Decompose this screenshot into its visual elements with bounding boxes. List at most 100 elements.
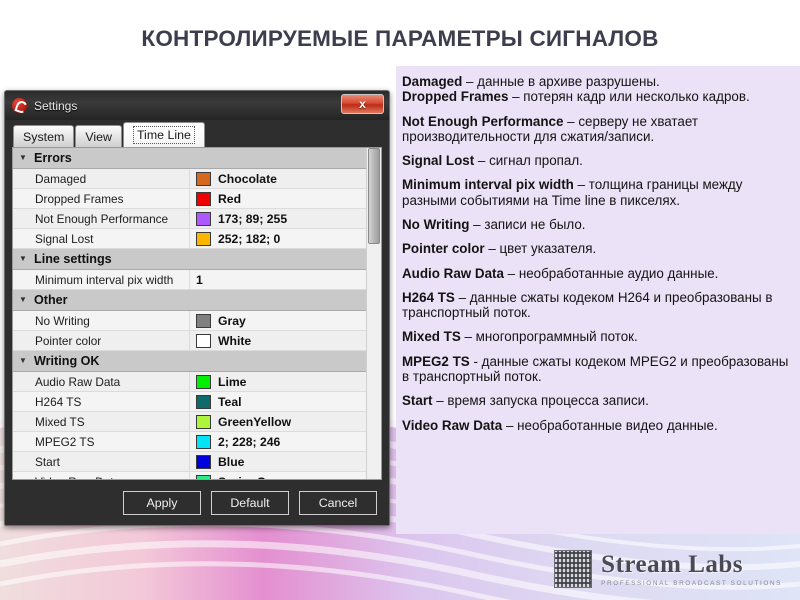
group-header-line-settings[interactable]: ▼ Line settings	[13, 249, 366, 270]
description-text: необработанные аудио данные.	[518, 265, 719, 281]
cancel-button[interactable]: Cancel	[299, 491, 377, 515]
property-value-cell[interactable]: Lime	[189, 372, 366, 391]
property-label: H264 TS	[35, 394, 82, 409]
property-value-cell[interactable]: Chocolate	[189, 169, 366, 188]
property-value: Lime	[218, 374, 247, 389]
chevron-down-icon[interactable]: ▼	[19, 296, 31, 304]
tab-view[interactable]: View	[75, 125, 122, 147]
page-title: КОНТРОЛИРУЕМЫЕ ПАРАМЕТРЫ СИГНАЛОВ	[141, 26, 659, 51]
property-value: Teal	[218, 394, 242, 409]
property-value-cell[interactable]: 1	[189, 270, 366, 289]
property-row-damaged[interactable]: Damaged Chocolate	[13, 169, 366, 189]
color-swatch	[196, 313, 211, 328]
property-value-cell[interactable]: 252; 182; 0	[189, 229, 366, 248]
property-label: Pointer color	[35, 333, 102, 348]
description-text: потерян кадр или несколько кадров.	[523, 89, 750, 105]
property-row-audio-raw-data[interactable]: Audio Raw Data Lime	[13, 372, 366, 392]
property-value-cell[interactable]: Teal	[189, 392, 366, 411]
property-label: Mixed TS	[35, 414, 85, 429]
description-text: время запуска процесса записи.	[447, 393, 649, 409]
property-row-h264-ts[interactable]: H264 TS Teal	[13, 392, 366, 412]
color-swatch	[196, 434, 211, 449]
property-row-start[interactable]: Start Blue	[13, 452, 366, 472]
chevron-down-icon[interactable]: ▼	[19, 357, 31, 365]
description-term: Pointer color	[402, 241, 485, 257]
property-row-mixed-ts[interactable]: Mixed TS GreenYellow	[13, 412, 366, 432]
description-item: Mixed TS – многопрограммный поток.	[402, 329, 792, 344]
description-item: H264 TS – данные сжаты кодеком H264 и пр…	[402, 290, 792, 321]
description-item: Pointer color – цвет указателя.	[402, 241, 792, 256]
group-header-other[interactable]: ▼ Other	[13, 290, 366, 311]
close-button[interactable]: x	[341, 94, 384, 114]
settings-dialog: Settings x System View Time Line ▼ Error…	[4, 90, 390, 526]
tab-time-line[interactable]: Time Line	[122, 122, 205, 147]
tab-system-label: System	[23, 129, 65, 144]
property-value: Red	[218, 191, 242, 206]
property-row-pointer-color[interactable]: Pointer color White	[13, 331, 366, 351]
description-term: Dropped Frames	[402, 89, 509, 105]
property-row-mpeg2-ts[interactable]: MPEG2 TS 2; 228; 246	[13, 432, 366, 452]
apply-button[interactable]: Apply	[123, 491, 201, 515]
property-value-cell[interactable]: 173; 89; 255	[189, 209, 366, 228]
property-value: 2; 228; 246	[218, 434, 281, 449]
property-label: Signal Lost	[35, 231, 94, 246]
default-button[interactable]: Default	[211, 491, 289, 515]
description-dash: -	[469, 353, 482, 369]
property-row-not-enough-performance[interactable]: Not Enough Performance 173; 89; 255	[13, 209, 366, 229]
property-value: 252; 182; 0	[218, 231, 281, 246]
chevron-down-icon[interactable]: ▼	[19, 154, 31, 162]
property-row-video-raw-data[interactable]: Video Raw Data SpringGreen	[13, 472, 366, 479]
dialog-titlebar[interactable]: Settings x	[5, 91, 389, 120]
property-value-cell[interactable]: White	[189, 331, 366, 350]
description-dash: –	[474, 153, 490, 169]
property-label: Audio Raw Data	[35, 374, 121, 389]
description-item: Video Raw Data – необработанные видео да…	[402, 418, 792, 433]
description-term: MPEG2 TS	[402, 353, 470, 369]
color-swatch	[196, 454, 211, 469]
dialog-title: Settings	[34, 98, 78, 113]
property-value-cell[interactable]: 2; 228; 246	[189, 432, 366, 451]
property-grid: ▼ Errors Damaged Chocolate Dropped Frame…	[13, 148, 366, 479]
description-term: Audio Raw Data	[402, 265, 504, 281]
property-value-cell[interactable]: SpringGreen	[189, 472, 366, 479]
property-row-no-writing[interactable]: No Writing Gray	[13, 311, 366, 331]
property-value-cell[interactable]: Gray	[189, 311, 366, 330]
description-dash: –	[462, 74, 478, 89]
property-value-cell[interactable]: Red	[189, 189, 366, 208]
description-term: Not Enough Performance	[402, 113, 564, 129]
chevron-down-icon[interactable]: ▼	[19, 255, 31, 263]
property-value: Blue	[218, 454, 245, 469]
property-value: Chocolate	[218, 171, 277, 186]
property-grid-scrollbar[interactable]	[366, 148, 381, 479]
group-label: Writing OK	[34, 354, 100, 368]
description-term: Video Raw Data	[402, 417, 503, 433]
color-swatch	[196, 333, 211, 348]
property-row-signal-lost[interactable]: Signal Lost 252; 182; 0	[13, 229, 366, 249]
tab-time-line-label: Time Line	[132, 126, 195, 144]
property-label: Minimum interval pix width	[35, 272, 174, 287]
description-text: цвет указателя.	[499, 241, 597, 257]
group-label: Line settings	[34, 252, 112, 266]
logo-subtitle: PROFESSIONAL BROADCAST SOLUTIONS	[601, 579, 782, 587]
description-text: многопрограммный поток.	[475, 329, 638, 345]
property-row-minimum-interval-pix-width[interactable]: Minimum interval pix width 1	[13, 270, 366, 290]
tab-system[interactable]: System	[13, 125, 75, 147]
description-item: Signal Lost – сигнал пропал.	[402, 153, 792, 168]
descriptions-panel: Damaged – данные в архиве разрушены. Dro…	[396, 66, 800, 534]
scrollbar-thumb[interactable]	[368, 148, 380, 244]
description-dash: –	[573, 177, 589, 193]
property-label: Dropped Frames	[35, 191, 124, 206]
tab-view-label: View	[85, 129, 112, 144]
property-value-cell[interactable]: GreenYellow	[189, 412, 366, 431]
description-item: Not Enough Performance – серверу не хват…	[402, 114, 792, 145]
description-text: необработанные видео данные.	[517, 417, 718, 433]
description-dash: –	[460, 329, 476, 345]
description-term: Mixed TS	[402, 329, 461, 345]
description-text: сигнал пропал.	[489, 153, 583, 169]
group-header-writing-ok[interactable]: ▼ Writing OK	[13, 351, 366, 372]
property-value-cell[interactable]: Blue	[189, 452, 366, 471]
group-header-errors[interactable]: ▼ Errors	[13, 148, 366, 169]
color-swatch	[196, 394, 211, 409]
property-row-dropped-frames[interactable]: Dropped Frames Red	[13, 189, 366, 209]
settings-app-icon	[12, 98, 27, 113]
